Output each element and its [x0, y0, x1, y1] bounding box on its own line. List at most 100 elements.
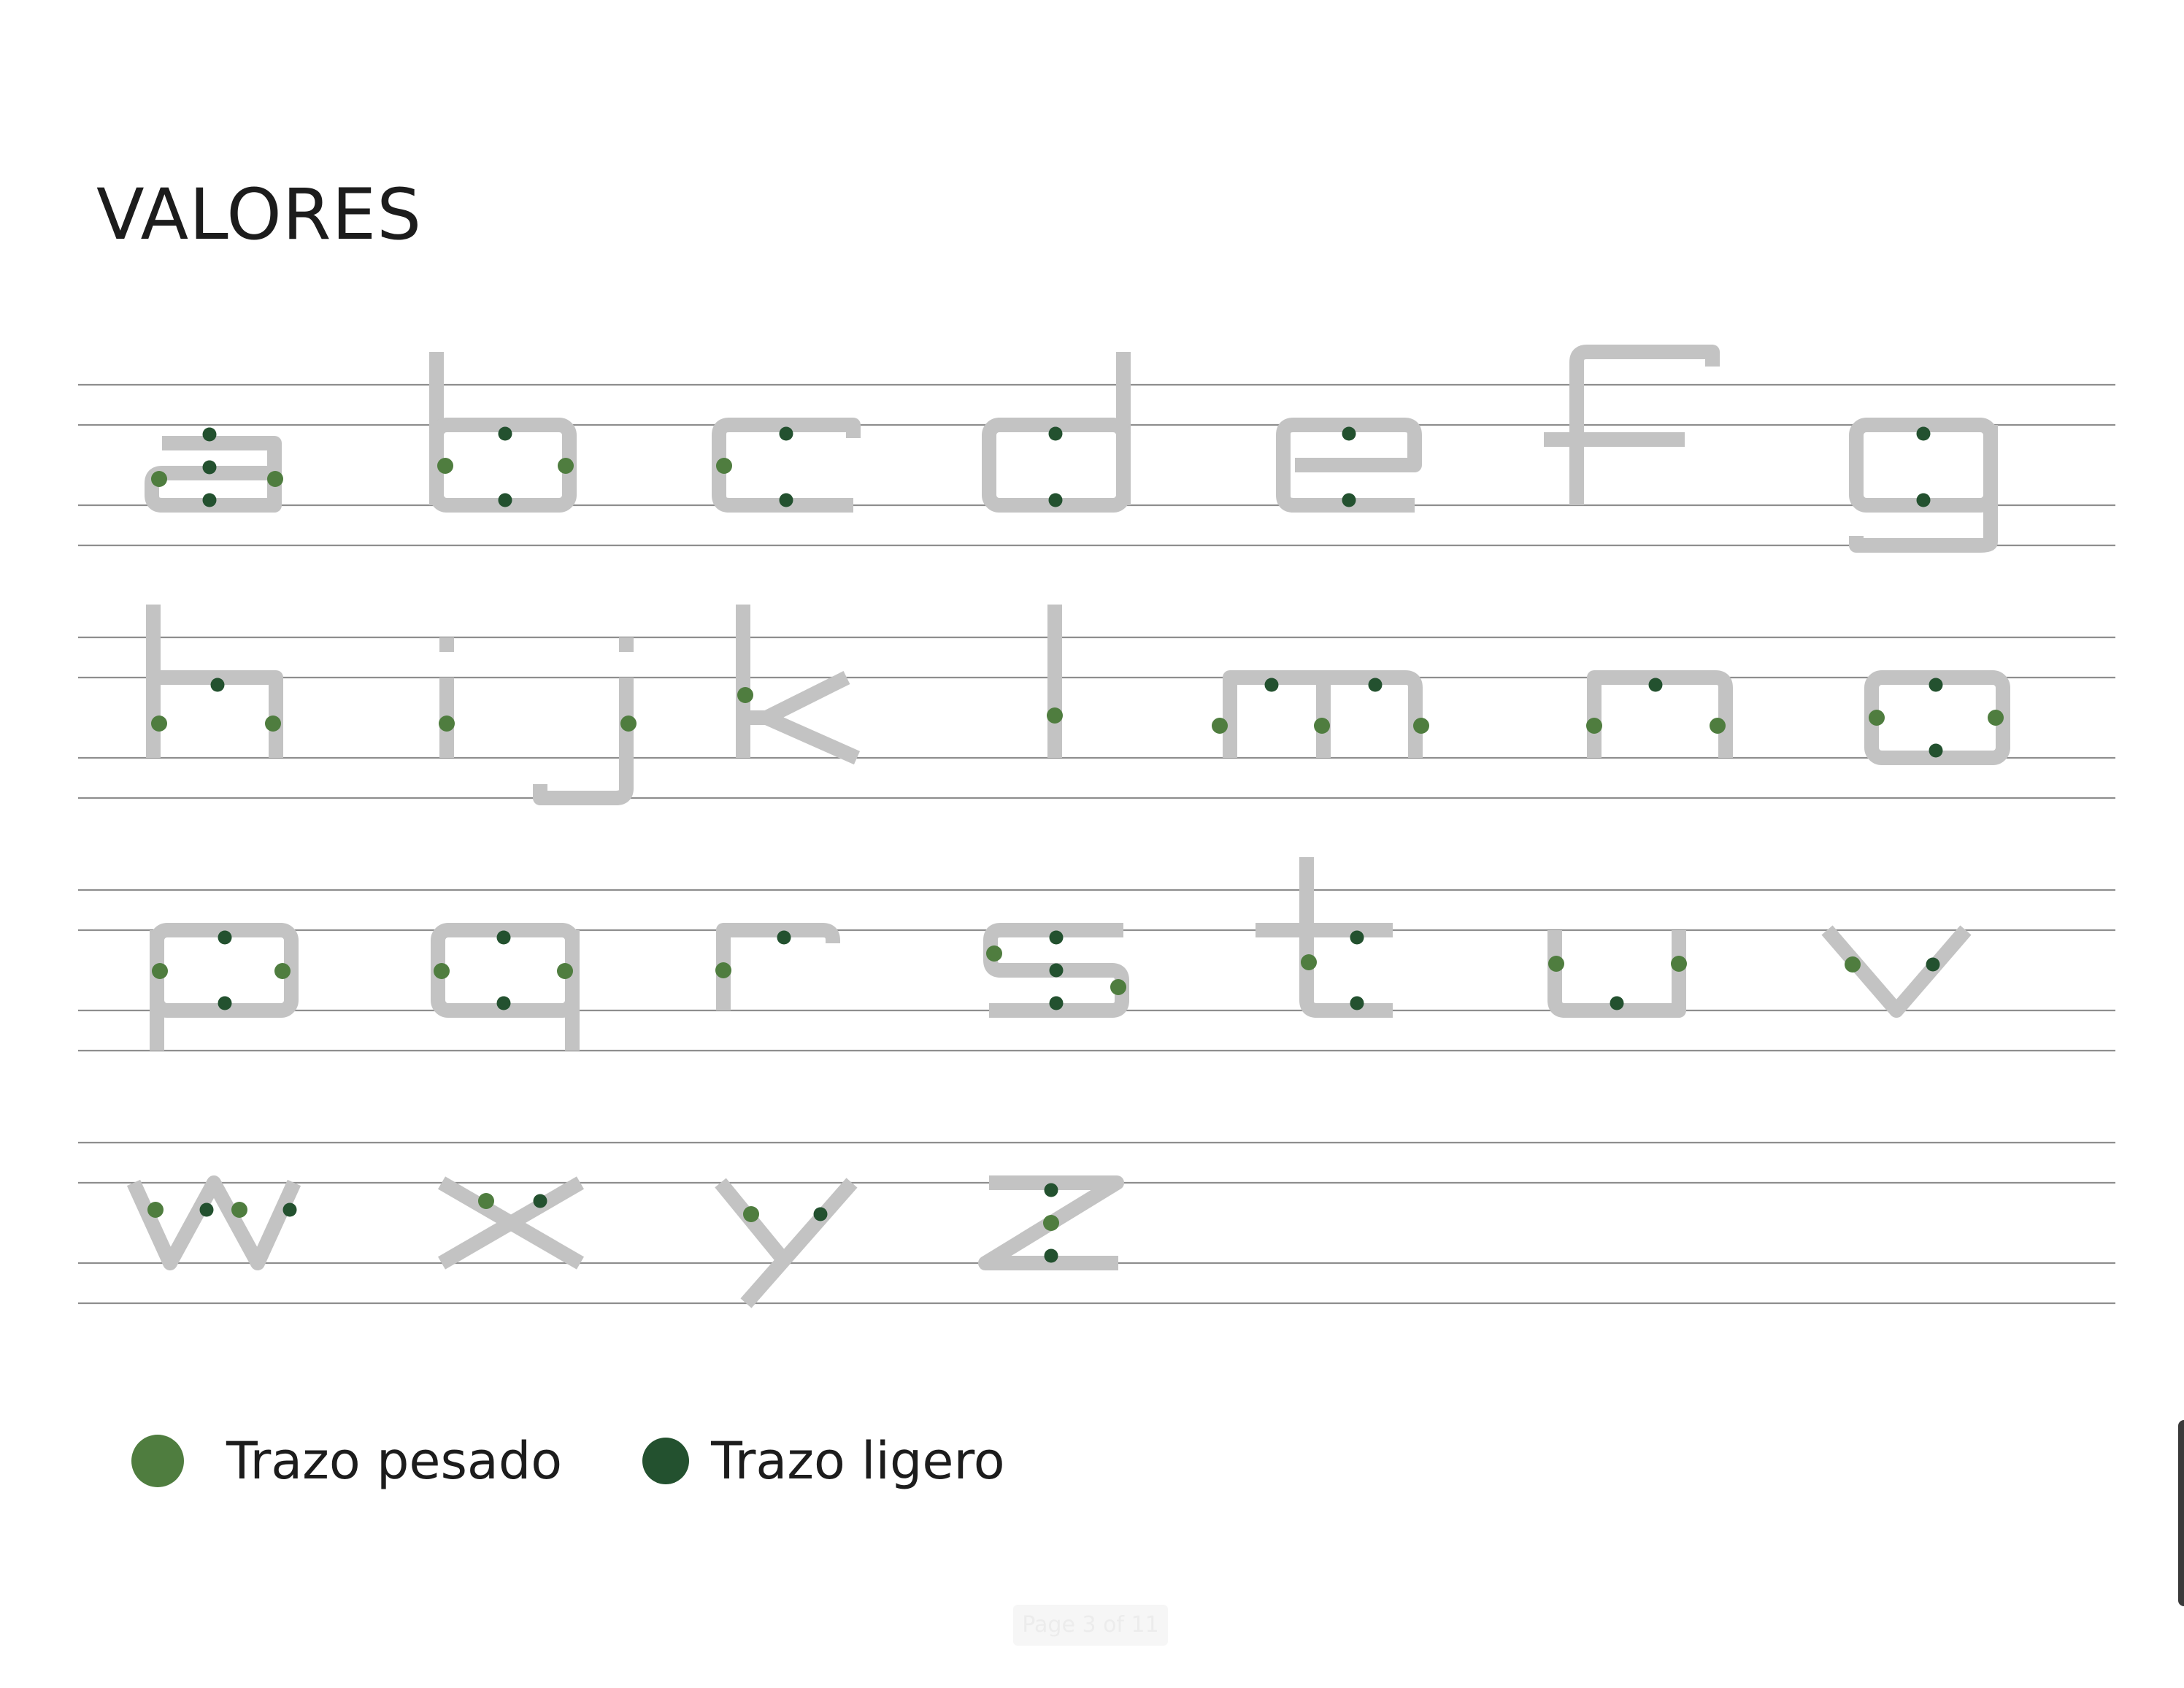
heavy-stroke-marker [1988, 710, 2004, 726]
light-stroke-marker [496, 930, 511, 945]
light-stroke-marker [1044, 1183, 1058, 1197]
letter-t [1256, 857, 1393, 1018]
heavy-stroke-marker [737, 687, 753, 703]
letter-tittle [439, 637, 454, 652]
letter-stroke [126, 1175, 301, 1270]
heavy-stroke-marker [1301, 954, 1317, 970]
letter-a [145, 427, 283, 513]
light-stroke-marker [218, 930, 232, 945]
legend: Trazo pesado Trazo ligero [131, 1431, 1085, 1491]
heavy-stroke-marker [434, 963, 450, 979]
letter-f [1544, 345, 1720, 505]
letter-stroke [743, 671, 861, 765]
page-indicator: Page 3 of 11 [1013, 1605, 1168, 1646]
letter-p [150, 923, 299, 1051]
letter-r [715, 923, 840, 1010]
light-stroke-marker [1048, 493, 1063, 507]
letter-m [1212, 670, 1429, 758]
legend-label-heavy: Trazo pesado [226, 1431, 563, 1491]
letter-g [1849, 418, 1998, 553]
light-stroke-marker [1044, 1248, 1058, 1263]
letter-o [1864, 670, 2010, 765]
heavy-stroke-marker [1710, 718, 1726, 734]
light-stroke-marker [202, 493, 217, 507]
letter-u [1547, 930, 1687, 1018]
light-stroke-marker [1610, 996, 1624, 1010]
heavy-stroke-marker [716, 458, 732, 474]
letter-stroke [1849, 425, 1998, 553]
heavy-stroke-marker [1110, 979, 1126, 995]
light-stroke-marker [1049, 996, 1064, 1010]
letter-s [983, 923, 1129, 1018]
legend-label-light: Trazo ligero [711, 1431, 1005, 1491]
light-stroke-marker [199, 1202, 214, 1217]
letter-h [146, 605, 283, 758]
scroll-handle[interactable] [2178, 1420, 2184, 1606]
heavy-stroke-marker [151, 471, 167, 487]
heavy-stroke-marker [1548, 956, 1564, 972]
light-stroke-marker [1350, 930, 1364, 945]
light-stroke-marker [210, 678, 225, 692]
light-stroke-marker [1350, 996, 1364, 1010]
letter-i [439, 637, 455, 758]
heavy-stroke-marker [1586, 718, 1602, 734]
light-stroke-marker [1926, 957, 1940, 972]
heavy-stroke-marker [1212, 718, 1228, 734]
light-stroke-marker [1368, 678, 1383, 692]
heavy-stroke-marker [986, 945, 1002, 962]
letter-n [1586, 670, 1733, 758]
light-stroke-marker [202, 427, 217, 442]
heavy-stroke-marker [1671, 956, 1687, 972]
light-stroke-marker [1916, 426, 1931, 441]
letter-tittle [619, 637, 634, 652]
heavy-stroke-marker [265, 716, 281, 732]
light-stroke-marker [1049, 963, 1064, 978]
light-stroke-marker [218, 996, 232, 1010]
heavy-stroke-marker [743, 1206, 759, 1222]
heavy-stroke-marker [557, 963, 573, 979]
letter-k [736, 605, 861, 765]
letter-d [982, 352, 1131, 513]
heavy-stroke-marker [1314, 718, 1330, 734]
heavy-stroke-marker [274, 963, 291, 979]
light-stroke-marker [777, 930, 791, 945]
heavy-stroke-marker [478, 1193, 494, 1209]
letter-stroke [716, 923, 840, 1010]
light-stroke-marker [1916, 493, 1931, 507]
letter-stroke [715, 1178, 858, 1308]
heavy-stroke-marker [231, 1202, 247, 1218]
heavy-stroke-marker [620, 716, 637, 732]
heavy-stroke-marker [151, 716, 167, 732]
heavy-stroke-marker [1043, 1215, 1059, 1231]
heavy-stroke-marker [1869, 710, 1885, 726]
light-stroke-marker [1929, 678, 1943, 692]
heavy-stroke-marker [558, 458, 574, 474]
letter-stroke [437, 1176, 585, 1270]
light-stroke-marker [533, 1194, 547, 1208]
letter-stroke [1569, 345, 1720, 505]
heavy-stroke-marker [1845, 956, 1861, 972]
light-stroke-marker [202, 460, 217, 475]
letter-e [1276, 418, 1422, 513]
heavy-stroke-marker [715, 962, 731, 978]
letter-x [437, 1176, 585, 1270]
legend-item-light: Trazo ligero [642, 1431, 1005, 1491]
letter-c [712, 418, 861, 513]
light-stroke-marker [498, 493, 512, 507]
light-stroke-marker [1648, 678, 1663, 692]
heavy-stroke-marker [439, 716, 455, 732]
letter-z [978, 1175, 1124, 1270]
heavy-stroke-dot-icon [131, 1435, 184, 1487]
light-stroke-marker [1049, 930, 1064, 945]
light-stroke-marker [779, 426, 793, 441]
heavy-stroke-marker [1413, 718, 1429, 734]
light-stroke-marker [498, 426, 512, 441]
letter-w [126, 1175, 301, 1270]
legend-item-heavy: Trazo pesado [131, 1431, 562, 1491]
letter-l [1047, 605, 1063, 758]
light-stroke-dot-icon [642, 1438, 690, 1484]
heavy-stroke-marker [147, 1202, 164, 1218]
light-stroke-marker [1342, 493, 1356, 507]
light-stroke-marker [1929, 743, 1943, 758]
light-stroke-marker [1342, 426, 1356, 441]
